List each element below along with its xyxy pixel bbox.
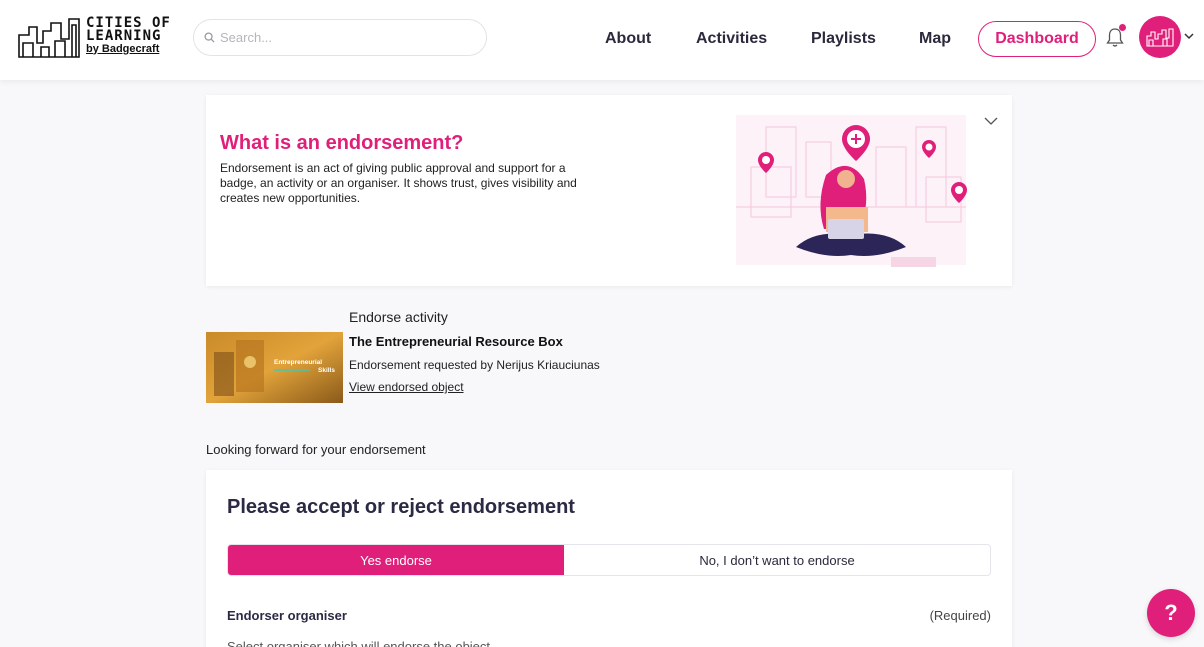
cities-of-learning-logo[interactable]: CITIES OF LEARNING by Badgecraft (17, 13, 175, 59)
looking-forward-text: Looking forward for your endorsement (206, 442, 426, 457)
endorsement-requested-text: Endorsement requested by Nerijus Kriauci… (349, 358, 600, 372)
help-button[interactable]: ? (1147, 589, 1195, 637)
notification-dot (1119, 24, 1126, 31)
search-box[interactable] (193, 19, 487, 56)
logo-line-2: LEARNING (86, 27, 162, 44)
city-skyline-icon (18, 18, 80, 58)
endorsement-form-card: Please accept or reject endorsement Yes … (206, 470, 1012, 647)
endorse-toggle: Yes endorse No, I don’t want to endorse (227, 544, 991, 576)
activity-thumbnail[interactable]: Entrepreneurial Skills (206, 332, 343, 403)
nav-playlists[interactable]: Playlists (811, 30, 876, 48)
logo-text: CITIES OF LEARNING by Badgecraft (86, 16, 171, 56)
thumb-text-1: Entrepreneurial (274, 359, 322, 366)
avatar-skyline-icon (1146, 28, 1174, 47)
required-label: (Required) (929, 608, 991, 623)
endorsement-info-card: What is an endorsement? Endorsement is a… (206, 95, 1012, 286)
top-header: CITIES OF LEARNING by Badgecraft About A… (0, 0, 1204, 80)
endorse-activity-label: Endorse activity (349, 309, 448, 325)
form-title: Please accept or reject endorsement (227, 496, 575, 518)
nav-map[interactable]: Map (919, 30, 951, 48)
organiser-description: Select organiser which will endorse the … (227, 639, 491, 647)
chevron-down-icon[interactable] (1183, 30, 1195, 42)
view-endorsed-object-link[interactable]: View endorsed object (349, 380, 464, 394)
nav-about[interactable]: About (605, 30, 651, 48)
dashboard-button[interactable]: Dashboard (978, 21, 1096, 57)
endorsement-illustration (736, 115, 967, 267)
activity-name: The Entrepreneurial Resource Box (349, 334, 563, 349)
info-title: What is an endorsement? (220, 132, 464, 154)
logo-line-3: by Badgecraft (86, 42, 160, 55)
avatar[interactable] (1139, 16, 1181, 58)
chevron-down-icon[interactable] (984, 116, 998, 126)
yes-endorse-button[interactable]: Yes endorse (228, 545, 564, 575)
thumb-text-2: Skills (318, 367, 335, 374)
search-input[interactable] (220, 30, 460, 45)
info-text: Endorsement is an act of giving public a… (220, 161, 577, 205)
activity-image: Entrepreneurial Skills (206, 332, 343, 403)
nav-activities[interactable]: Activities (696, 30, 767, 48)
endorser-organiser-label: Endorser organiser (227, 608, 347, 623)
no-endorse-button[interactable]: No, I don’t want to endorse (564, 545, 990, 575)
search-icon (204, 32, 215, 43)
